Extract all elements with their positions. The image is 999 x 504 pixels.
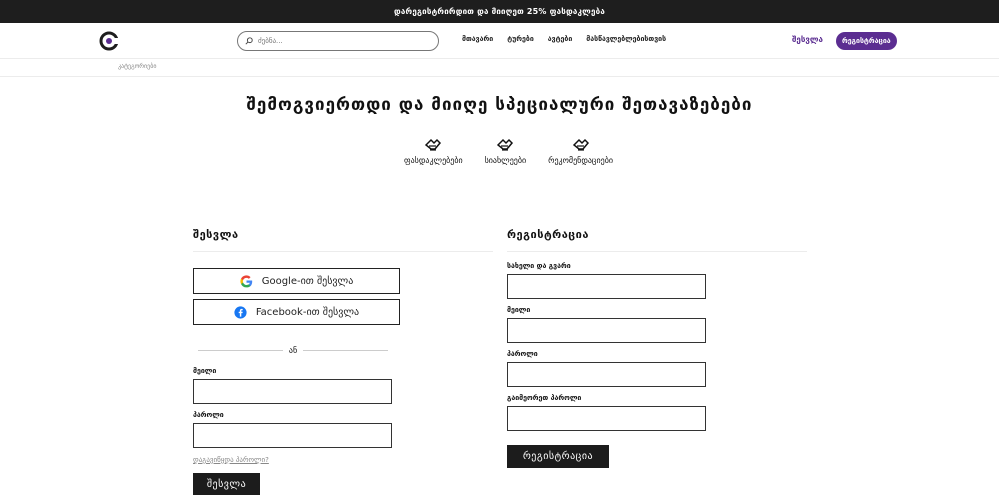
nav-item-avtebi[interactable]: ავტები: [548, 35, 573, 43]
nav-item-home[interactable]: მთავარი: [462, 35, 493, 43]
header-signin-link[interactable]: შესვლა: [792, 35, 823, 44]
facebook-login-label: Facebook-ით შესვლა: [255, 306, 360, 318]
register-password-input[interactable]: [507, 362, 706, 387]
register-title: რეგისტრაცია: [507, 228, 589, 241]
divider: [507, 251, 807, 252]
login-email-input[interactable]: [193, 379, 392, 404]
nav-item-teachers[interactable]: მასწავლებლებისთვის: [586, 35, 666, 43]
forgot-password-link[interactable]: დაგავიწყდა პაროლი?: [193, 456, 269, 464]
or-divider: ან: [198, 346, 388, 355]
facebook-login-button[interactable]: Facebook-ით შესვლა: [193, 299, 400, 325]
google-login-label: Google-ით შესვლა: [261, 275, 354, 287]
or-label: ან: [288, 346, 298, 355]
google-icon: [240, 274, 252, 287]
breadcrumb: კატეგორიები: [0, 59, 999, 77]
google-login-button[interactable]: Google-ით შესვლა: [193, 268, 400, 294]
perk-discounts: ფასდაკლებები: [404, 137, 463, 165]
login-password-input[interactable]: [193, 423, 392, 448]
nav-item-tours[interactable]: ტურები: [507, 35, 534, 43]
perk-label: სიახლეები: [484, 156, 527, 165]
facebook-icon: [234, 305, 247, 319]
login-title: შესვლა: [193, 228, 239, 241]
promo-text: დარეგისტრირდით და მიიღეთ 25% ფასდაკლება: [394, 7, 605, 16]
register-email-label: მეილი: [507, 306, 531, 314]
logo-icon[interactable]: [99, 31, 119, 51]
login-section: შესვლა: [193, 228, 493, 252]
promo-banner: დარეგისტრირდით და მიიღეთ 25% ფასდაკლება: [0, 0, 999, 23]
main-nav: მთავარი ტურები ავტები მასწავლებლებისთვის: [462, 35, 680, 43]
register-email-input[interactable]: [507, 318, 706, 343]
search-box[interactable]: [237, 31, 439, 51]
login-password-label: პაროლი: [193, 411, 224, 419]
register-repeat-password-label: გაიმეორეთ პაროლი: [507, 394, 582, 402]
breadcrumb-categories[interactable]: კატეგორიები: [118, 63, 156, 70]
perks-list: ფასდაკლებები სიახლეები რეკომენდაციები: [18, 137, 999, 165]
search-input[interactable]: [258, 37, 428, 45]
register-name-label: სახელი და გვარი: [507, 262, 571, 270]
login-submit-button[interactable]: შესვლა: [193, 473, 260, 495]
register-password-label: პაროლი: [507, 350, 538, 358]
register-repeat-password-input[interactable]: [507, 406, 706, 431]
handshake-icon: [425, 138, 442, 151]
perk-label: რეკომენდაციები: [548, 156, 613, 165]
login-email-label: მეილი: [193, 367, 217, 375]
register-section: რეგისტრაცია: [507, 228, 807, 252]
register-name-input[interactable]: [507, 274, 706, 299]
divider: [193, 251, 493, 252]
perk-news: სიახლეები: [485, 137, 526, 165]
site-header: მთავარი ტურები ავტები მასწავლებლებისთვის…: [0, 23, 999, 59]
search-icon: [245, 37, 253, 45]
perk-label: ფასდაკლებები: [404, 156, 463, 165]
page-title: შემოგვიერთდი და მიიღე სპეციალური შეთავაზ…: [246, 95, 753, 115]
perk-recommendations: რეკომენდაციები: [548, 137, 613, 165]
handshake-icon: [497, 138, 514, 151]
header-register-button[interactable]: რეგისტრაცია: [836, 32, 897, 50]
handshake-icon: [572, 138, 589, 151]
register-submit-button[interactable]: რეგისტრაცია: [507, 445, 609, 468]
